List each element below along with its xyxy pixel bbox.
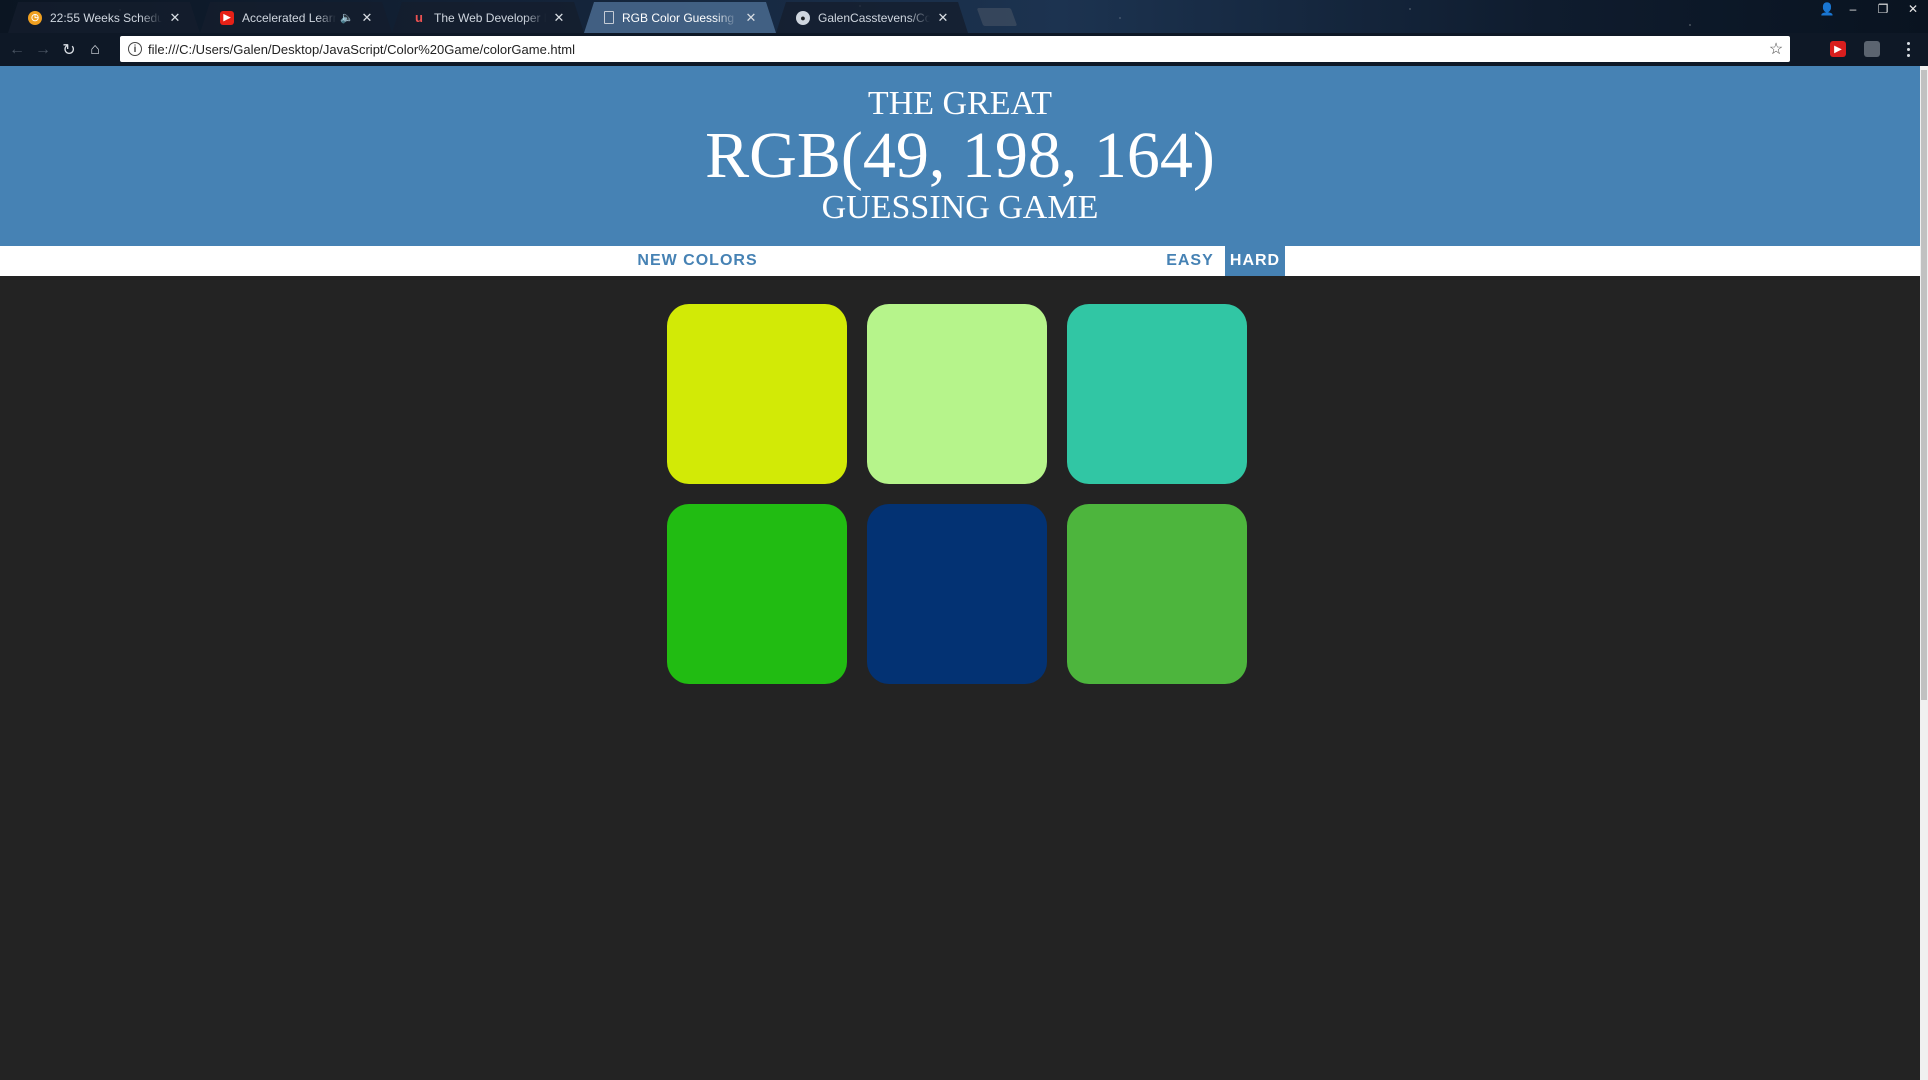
browser-tab-5[interactable]: ● GalenCasstevens/Color-G ✕ [776, 2, 968, 33]
extension-gray-icon[interactable] [1864, 41, 1880, 57]
tab-title: 22:55 Weeks Schedule - I [50, 10, 162, 25]
minimize-icon[interactable]: – [1838, 0, 1868, 18]
tab-title: RGB Color Guessing Gam [622, 10, 735, 25]
browser-tab-2[interactable]: ▶ Accelerated Learning 🔈 ✕ [200, 2, 392, 33]
tab-title: GalenCasstevens/Color-G [818, 10, 930, 25]
document-favicon-icon [604, 11, 614, 24]
browser-tab-4-active[interactable]: RGB Color Guessing Gam ✕ [584, 2, 776, 33]
tab-close-icon[interactable]: ✕ [744, 10, 758, 26]
extension-red-icon[interactable]: ▶ [1830, 41, 1846, 57]
speaker-muted-icon[interactable]: 🔈 [340, 11, 354, 24]
tab-close-icon[interactable]: ✕ [552, 10, 566, 26]
tab-close-icon[interactable]: ✕ [936, 10, 950, 26]
window-close-icon[interactable]: ✕ [1898, 0, 1928, 18]
page-scrollbar[interactable] [1920, 66, 1928, 1080]
info-icon[interactable]: i [128, 42, 142, 56]
youtube-favicon-icon: ▶ [220, 11, 234, 25]
color-square[interactable] [667, 504, 847, 684]
browser-tab-1[interactable]: ◷ 22:55 Weeks Schedule - I ✕ [8, 2, 200, 33]
tab-title: Accelerated Learning [242, 10, 337, 25]
new-tab-button[interactable] [976, 8, 1018, 26]
color-square[interactable] [1067, 504, 1247, 684]
new-colors-button[interactable]: NEW COLORS [630, 246, 765, 276]
color-square[interactable] [667, 304, 847, 484]
reload-icon[interactable]: ↻ [56, 37, 82, 63]
back-arrow-icon[interactable]: ← [4, 37, 30, 63]
browser-tab-3[interactable]: u The Web Developer Boot ✕ [392, 2, 584, 33]
color-square[interactable] [867, 504, 1047, 684]
tab-close-icon[interactable]: ✕ [168, 10, 182, 26]
chrome-menu-icon[interactable] [1898, 39, 1918, 59]
scrollbar-thumb[interactable] [1921, 70, 1927, 700]
github-favicon-icon: ● [796, 11, 810, 25]
control-stripe: NEW COLORS EASY HARD [0, 246, 1920, 276]
easy-mode-button[interactable]: EASY [1155, 246, 1225, 276]
browser-tab-strip: ◷ 22:55 Weeks Schedule - I ✕ ▶ Accelerat… [0, 0, 1928, 33]
forward-arrow-icon[interactable]: → [30, 37, 56, 63]
hard-mode-button[interactable]: HARD [1225, 246, 1285, 276]
restore-icon[interactable]: ❐ [1868, 0, 1898, 18]
udemy-favicon-icon: u [415, 10, 423, 25]
home-icon[interactable]: ⌂ [82, 37, 108, 63]
color-square[interactable] [867, 304, 1047, 484]
profile-icon[interactable]: 👤 [1816, 0, 1838, 18]
target-color-display: RGB(49, 198, 164) [705, 119, 1215, 192]
tab-title: The Web Developer Boot [434, 10, 541, 25]
bookmark-star-icon[interactable]: ☆ [1762, 39, 1790, 59]
game-page: THE GREAT RGB(49, 198, 164) GUESSING GAM… [0, 66, 1920, 1080]
address-bar[interactable]: i file:///C:/Users/Galen/Desktop/JavaScr… [120, 36, 1790, 62]
color-square[interactable] [1067, 304, 1247, 484]
heading-guessing-game: GUESSING GAME [821, 189, 1099, 226]
browser-toolbar: ← → ↻ ⌂ i file:///C:/Users/Galen/Desktop… [0, 33, 1928, 66]
window-controls: 👤 – ❐ ✕ [1816, 0, 1928, 18]
tab-close-icon[interactable]: ✕ [360, 10, 374, 26]
tab-favicon-icon: ◷ [28, 11, 42, 25]
game-heading: THE GREAT RGB(49, 198, 164) GUESSING GAM… [0, 66, 1920, 246]
address-url[interactable]: file:///C:/Users/Galen/Desktop/JavaScrip… [148, 42, 1762, 57]
